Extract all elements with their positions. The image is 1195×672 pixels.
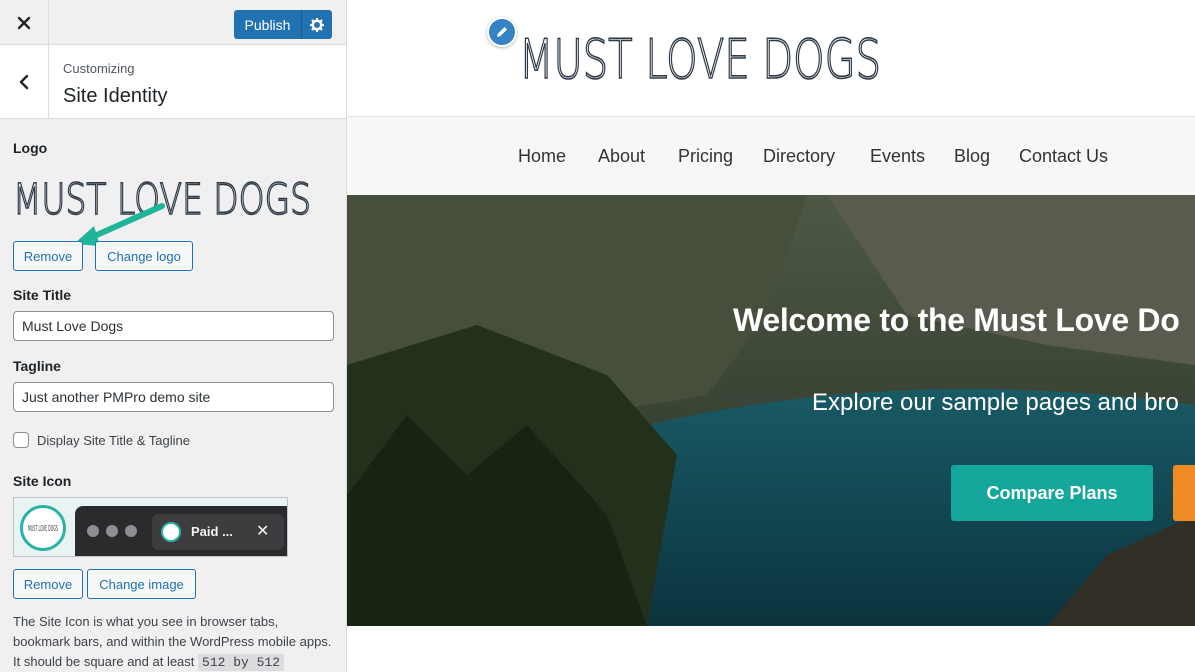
tagline-label: Tagline [13,358,61,374]
edit-shortcut-button[interactable] [487,17,517,47]
pencil-icon [497,27,507,37]
browser-tab-mockup: Paid ... ✕ [75,506,287,556]
close-icon [17,16,31,29]
publish-group: Publish [234,10,332,39]
site-preview: MUST LOVE DOGS Home About Pricing Direct… [347,0,1195,672]
site-title-input[interactable] [13,311,334,341]
window-dot-icon [106,525,118,537]
nav-pricing[interactable]: Pricing [678,146,733,167]
site-title-label: Site Title [13,287,72,303]
nav-contact-us[interactable]: Contact Us [1019,146,1108,167]
publish-settings-button[interactable] [301,10,332,39]
customizing-label: Customizing [63,61,135,76]
chevron-left-icon [19,74,29,89]
logo-remove-button[interactable]: Remove [13,241,83,271]
window-dot-icon [87,525,99,537]
site-icon-label: Site Icon [13,473,72,489]
display-title-tagline-label: Display Site Title & Tagline [37,433,190,448]
site-icon-preview: MUST LOVE DOGS Paid ... ✕ [13,497,288,557]
change-logo-button[interactable]: Change logo [95,241,193,271]
customizer-topbar: Publish [0,0,346,45]
customizer-sidebar: Publish Customizing Site Identity Logo M… [0,0,347,672]
hero-subtitle: Explore our sample pages and bro [812,389,1179,416]
section-header: Customizing Site Identity [0,45,346,119]
nav-blog[interactable]: Blog [954,146,990,167]
close-button[interactable] [0,0,49,45]
browser-tab-title: Paid ... [191,524,233,539]
site-icon-image: MUST LOVE DOGS [20,505,66,551]
gear-icon [310,17,324,32]
logo-label: Logo [13,140,48,156]
favicon-icon [161,522,181,542]
nav-directory[interactable]: Directory [763,146,835,167]
site-icon-description: The Site Icon is what you see in browser… [13,614,332,671]
tagline-input[interactable] [13,382,334,412]
window-dot-icon [125,525,137,537]
back-button[interactable] [0,45,49,118]
display-title-tagline-checkbox[interactable] [13,432,29,448]
svg-text:MUST LOVE DOGS: MUST LOVE DOGS [519,28,881,88]
site-logo[interactable]: MUST LOVE DOGS [517,22,887,88]
site-icon-remove-button[interactable]: Remove [13,569,83,599]
browser-tab: Paid ... ✕ [152,514,284,550]
compare-plans-button[interactable]: Compare Plans [951,465,1153,521]
hero-title: Welcome to the Must Love Do [733,302,1180,338]
svg-text:MUST LOVE DOGS: MUST LOVE DOGS [28,524,58,533]
nav-home[interactable]: Home [518,146,566,167]
size-code: 512 by 512 [198,654,285,671]
tab-close-icon: ✕ [256,523,270,540]
site-header: MUST LOVE DOGS [347,0,1195,117]
nav-about[interactable]: About [598,146,645,167]
change-image-button[interactable]: Change image [87,569,196,599]
section-title: Site Identity [63,85,168,107]
nav-events[interactable]: Events [870,146,925,167]
secondary-cta-button[interactable] [1173,465,1195,521]
publish-button[interactable]: Publish [234,10,301,39]
hero-section: Welcome to the Must Love Do Explore our … [347,195,1195,626]
site-navigation: Home About Pricing Directory Events Blog… [347,117,1195,195]
site-icon-logo: MUST LOVE DOGS [28,524,58,533]
